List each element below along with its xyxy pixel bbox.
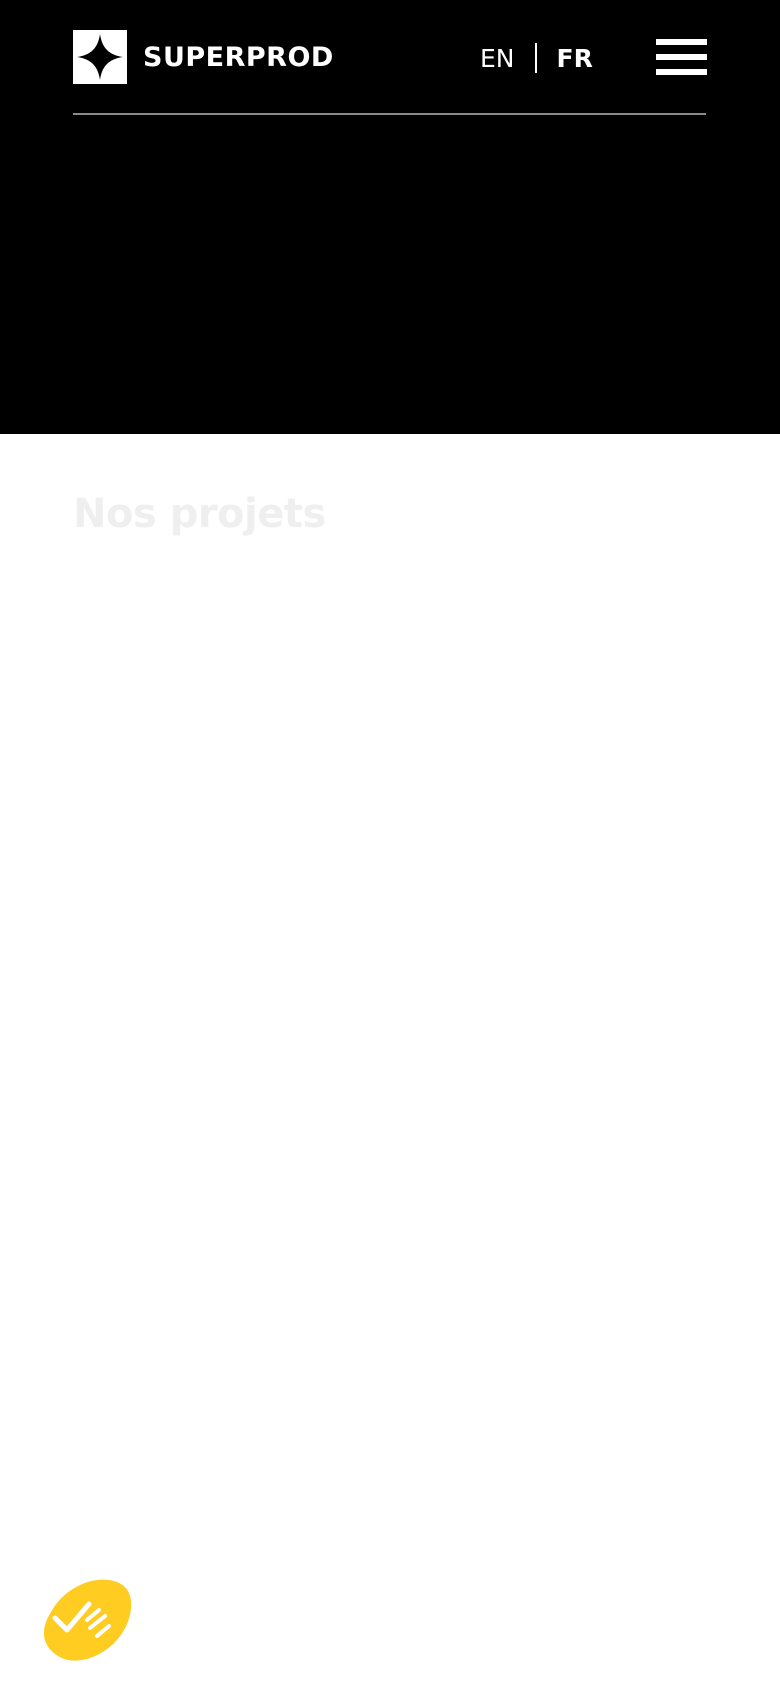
hamburger-menu-icon[interactable] <box>656 38 707 76</box>
star-logo-icon <box>73 30 127 84</box>
header-divider <box>73 113 706 115</box>
menu-bar <box>656 69 707 75</box>
brand-name: SUPERPROD <box>143 41 334 73</box>
checkmark-icon <box>43 1579 132 1661</box>
section-title: Nos projets <box>73 491 326 537</box>
page: SUPERPROD EN FR Nos projets <box>0 0 780 1688</box>
language-divider <box>534 43 537 73</box>
language-en-link[interactable]: EN <box>480 46 515 71</box>
menu-bar <box>656 54 707 60</box>
logo-link[interactable]: SUPERPROD <box>73 30 334 84</box>
language-switcher: EN FR <box>480 34 593 82</box>
menu-bar <box>656 39 707 45</box>
cookie-consent-button[interactable] <box>37 1574 132 1664</box>
language-fr-link[interactable]: FR <box>557 46 593 71</box>
hero-header: SUPERPROD EN FR <box>0 0 780 434</box>
